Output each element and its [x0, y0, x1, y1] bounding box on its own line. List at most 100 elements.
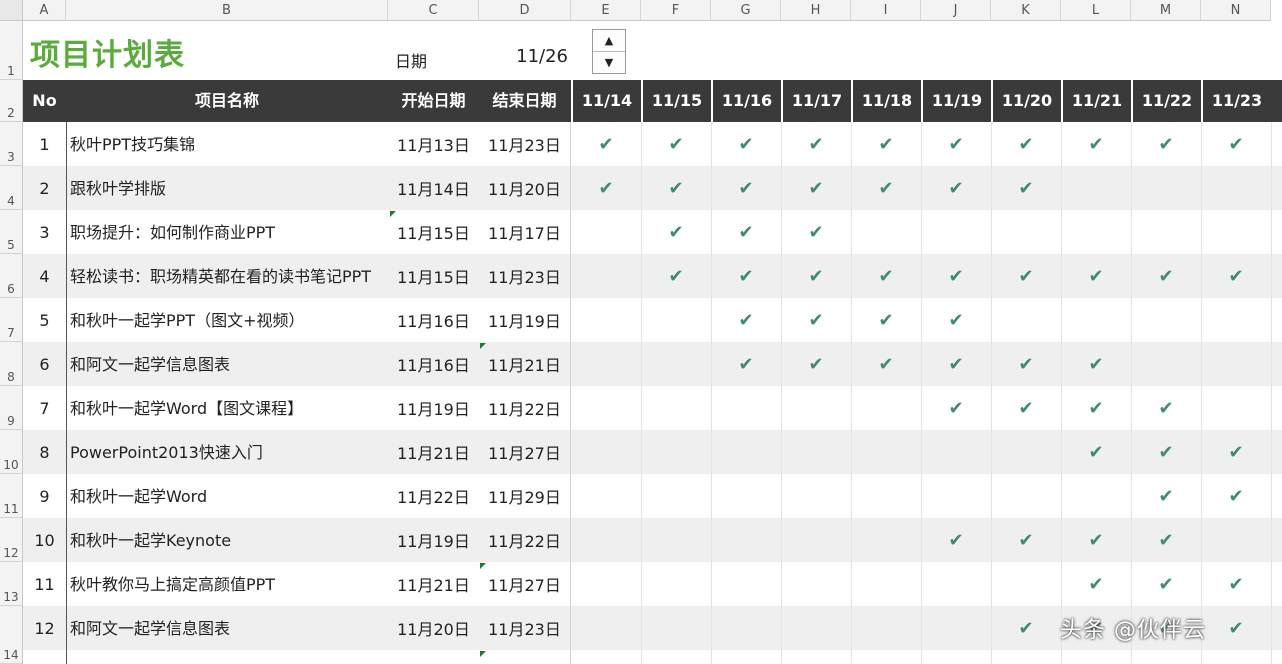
checkmark-icon[interactable]: ✔	[571, 166, 641, 210]
cell-start-date[interactable]: 11月21日	[388, 562, 479, 606]
checkmark-icon[interactable]: ✔	[711, 298, 781, 342]
checkmark-icon[interactable]: ✔	[711, 254, 781, 298]
empty-day-cell[interactable]	[851, 606, 921, 650]
checkmark-icon[interactable]: ✔	[1201, 254, 1271, 298]
empty-day-cell[interactable]	[711, 386, 781, 430]
checkmark-icon[interactable]: ✔	[991, 518, 1061, 562]
checkmark-icon[interactable]: ✔	[1061, 430, 1131, 474]
checkmark-icon[interactable]: ✔	[991, 166, 1061, 210]
checkmark-icon[interactable]: ✔	[781, 342, 851, 386]
checkmark-icon[interactable]: ✔	[641, 166, 711, 210]
empty-day-cell[interactable]	[571, 562, 641, 606]
cell-end-date[interactable]: 11月23日	[479, 606, 570, 650]
header-day-11-21[interactable]: 11/21	[1061, 80, 1131, 122]
empty-day-cell[interactable]	[1131, 210, 1201, 254]
date-value[interactable]: 11/26	[480, 46, 568, 67]
empty-day-cell[interactable]	[991, 474, 1061, 518]
empty-day-cell[interactable]	[641, 562, 711, 606]
select-all-corner[interactable]	[0, 0, 23, 21]
cell-project-name[interactable]: 秋叶PPT技巧集锦	[66, 122, 388, 166]
cell-start-date[interactable]: 11月19日	[388, 386, 479, 430]
column-header-n[interactable]: N	[1201, 0, 1271, 21]
checkmark-icon[interactable]: ✔	[921, 122, 991, 166]
header-day-11-14[interactable]: 11/14	[571, 80, 641, 122]
empty-day-cell[interactable]	[711, 474, 781, 518]
column-header-m[interactable]: M	[1131, 0, 1201, 21]
cell-end-date[interactable]: 11月17日	[479, 210, 570, 254]
cell-no[interactable]: 8	[23, 430, 66, 474]
empty-day-cell[interactable]	[851, 474, 921, 518]
column-header-j[interactable]: J	[921, 0, 991, 21]
checkmark-icon[interactable]: ✔	[851, 298, 921, 342]
empty-day-cell[interactable]	[991, 430, 1061, 474]
empty-day-cell[interactable]	[641, 342, 711, 386]
checkmark-icon[interactable]: ✔	[1131, 254, 1201, 298]
empty-day-cell[interactable]	[781, 518, 851, 562]
checkmark-icon[interactable]: ✔	[991, 342, 1061, 386]
checkmark-icon[interactable]: ✔	[1061, 254, 1131, 298]
cell-project-name[interactable]: 轻松读书：职场精英都在看的读书笔记PPT	[66, 254, 388, 298]
header-end-date[interactable]: 结束日期	[479, 80, 570, 122]
cell-end-date[interactable]: 11月27日	[479, 562, 570, 606]
checkmark-icon[interactable]: ✔	[1131, 518, 1201, 562]
row-header-4[interactable]: 4	[0, 166, 23, 210]
cell-project-name[interactable]: 和阿文一起学信息图表	[66, 342, 388, 386]
empty-day-cell[interactable]	[641, 518, 711, 562]
checkmark-icon[interactable]: ✔	[1061, 562, 1131, 606]
checkmark-icon[interactable]: ✔	[921, 386, 991, 430]
checkmark-icon[interactable]: ✔	[781, 254, 851, 298]
cell-project-name[interactable]: 和秋叶一起学PPT（图文+视频）	[66, 298, 388, 342]
header-day-11-18[interactable]: 11/18	[851, 80, 921, 122]
cell-start-date[interactable]: 11月21日	[388, 430, 479, 474]
cell-start-date[interactable]: 11月22日	[388, 474, 479, 518]
cell-project-name[interactable]: 和秋叶一起学Word【图文课程】	[66, 386, 388, 430]
column-header-b[interactable]: B	[66, 0, 388, 21]
column-header-a[interactable]: A	[23, 0, 66, 21]
header-day-11-19[interactable]: 11/19	[921, 80, 991, 122]
row-header-8[interactable]: 8	[0, 342, 23, 386]
column-header-i[interactable]: I	[851, 0, 921, 21]
row-header-6[interactable]: 6	[0, 254, 23, 298]
checkmark-icon[interactable]: ✔	[991, 606, 1061, 650]
cell-project-name[interactable]: 和阿文一起学信息图表	[66, 606, 388, 650]
checkmark-icon[interactable]: ✔	[641, 122, 711, 166]
header-day-11-20[interactable]: 11/20	[991, 80, 1061, 122]
empty-day-cell[interactable]	[781, 430, 851, 474]
header-start-date[interactable]: 开始日期	[388, 80, 479, 122]
checkmark-icon[interactable]: ✔	[991, 122, 1061, 166]
empty-day-cell[interactable]	[781, 562, 851, 606]
empty-day-cell[interactable]	[641, 474, 711, 518]
empty-day-cell[interactable]	[991, 298, 1061, 342]
cell-start-date[interactable]: 11月13日	[388, 122, 479, 166]
empty-day-cell[interactable]	[571, 342, 641, 386]
cell-project-name[interactable]: 和秋叶一起学Keynote	[66, 518, 388, 562]
row-header-9[interactable]: 9	[0, 386, 23, 430]
cell-end-date[interactable]: 11月23日	[479, 254, 570, 298]
empty-day-cell[interactable]	[851, 518, 921, 562]
header-day-11-22[interactable]: 11/22	[1131, 80, 1201, 122]
checkmark-icon[interactable]: ✔	[1201, 122, 1271, 166]
header-project-name[interactable]: 项目名称	[66, 80, 388, 122]
column-header-h[interactable]: H	[781, 0, 851, 21]
empty-day-cell[interactable]	[641, 298, 711, 342]
empty-day-cell[interactable]	[641, 430, 711, 474]
cell-project-name[interactable]: 秋叶教你马上搞定高颜值PPT	[66, 562, 388, 606]
cell-start-date[interactable]: 11月14日	[388, 166, 479, 210]
empty-day-cell[interactable]	[1201, 210, 1271, 254]
empty-day-cell[interactable]	[711, 562, 781, 606]
cell-start-date[interactable]: 11月15日	[388, 254, 479, 298]
header-day-11-17[interactable]: 11/17	[781, 80, 851, 122]
checkmark-icon[interactable]: ✔	[1201, 606, 1271, 650]
checkmark-icon[interactable]: ✔	[851, 342, 921, 386]
empty-day-cell[interactable]	[1201, 518, 1271, 562]
column-header-k[interactable]: K	[991, 0, 1061, 21]
checkmark-icon[interactable]: ✔	[1131, 122, 1201, 166]
checkmark-icon[interactable]: ✔	[1131, 430, 1201, 474]
checkmark-icon[interactable]: ✔	[1061, 122, 1131, 166]
column-header-c[interactable]: C	[388, 0, 479, 21]
cell-end-date[interactable]: 11月19日	[479, 298, 570, 342]
empty-day-cell[interactable]	[921, 430, 991, 474]
cell-start-date[interactable]: 11月15日	[388, 210, 479, 254]
checkmark-icon[interactable]: ✔	[711, 122, 781, 166]
empty-day-cell[interactable]	[851, 210, 921, 254]
